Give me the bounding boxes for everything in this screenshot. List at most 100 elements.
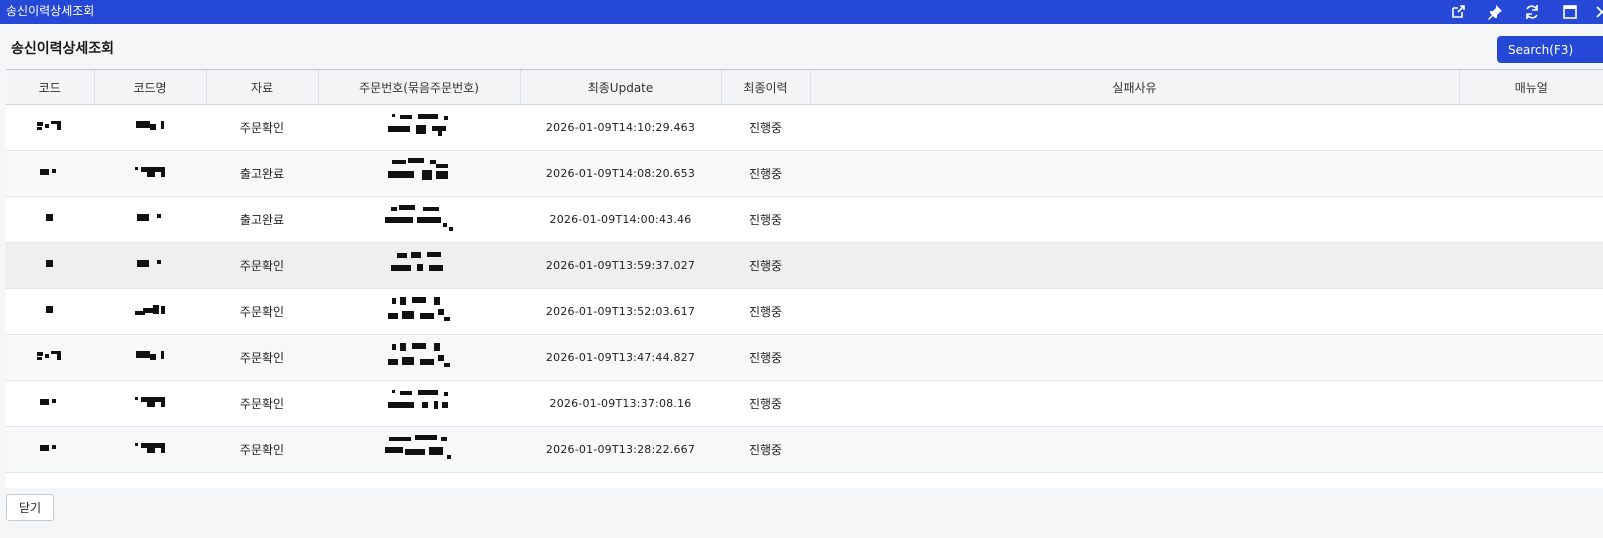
redacted-code-name xyxy=(133,441,167,458)
manual-cell xyxy=(1459,380,1603,427)
updated-cell: 2026-01-09T14:00:43.46 xyxy=(520,196,721,243)
code-cell xyxy=(6,196,94,243)
column-header[interactable]: 주문번호(묶음주문번호) xyxy=(318,70,521,105)
order-number-cell xyxy=(318,472,520,488)
redacted-order-number xyxy=(386,112,452,143)
order-number-cell xyxy=(318,196,520,243)
code-name-cell xyxy=(94,196,206,243)
table-row[interactable]: 주문확인 2026-01-09T13:47:44.827 진행중 xyxy=(6,334,1603,381)
updated-cell: 2026-01-09T13:37:08.16 xyxy=(520,380,721,427)
code-name-cell xyxy=(94,288,206,335)
redacted-order-number xyxy=(386,158,452,189)
order-number-cell xyxy=(318,334,520,381)
close-icon[interactable] xyxy=(1593,3,1603,21)
redacted-order-number xyxy=(383,203,455,236)
table-row[interactable]: 주문확인 2026-01-09T13:37:08.16 진행중 xyxy=(6,380,1603,427)
redacted-code xyxy=(43,257,57,274)
redacted-code xyxy=(38,395,62,412)
redacted-code xyxy=(35,349,65,366)
manual-cell xyxy=(1459,242,1603,289)
manual-cell xyxy=(1459,334,1603,381)
code-cell xyxy=(6,334,94,381)
updated-cell: 2026-01-09T13:47:44.827 xyxy=(520,334,721,381)
redacted-code-name xyxy=(133,165,167,182)
code-name-cell xyxy=(94,472,206,488)
column-header[interactable]: 매뉴얼 xyxy=(1459,70,1603,105)
redacted-code xyxy=(43,303,57,320)
redacted-code xyxy=(35,119,65,136)
updated-cell: 2026-01-09T13:52:03.617 xyxy=(520,288,721,335)
order-number-cell xyxy=(318,380,520,427)
maximize-icon[interactable] xyxy=(1561,3,1579,21)
close-button[interactable]: 닫기 xyxy=(6,494,54,521)
code-name-cell xyxy=(94,104,206,151)
column-header[interactable]: 최종Update xyxy=(520,70,722,105)
redacted-code-name xyxy=(133,395,167,412)
column-header[interactable]: 최종이력 xyxy=(721,70,811,105)
updated-cell: 2026-01-09T14:08:20.653 xyxy=(520,150,721,197)
manual-cell xyxy=(1459,472,1603,488)
code-cell xyxy=(6,288,94,335)
column-header[interactable]: 실패사유 xyxy=(810,70,1460,105)
manual-cell xyxy=(1459,196,1603,243)
column-header[interactable]: 자료 xyxy=(206,70,319,105)
status-cell: 진행중 xyxy=(721,196,810,243)
refresh-icon[interactable] xyxy=(1523,3,1541,21)
code-name-cell xyxy=(94,242,206,289)
code-cell xyxy=(6,472,94,488)
page-title: 송신이력상세조회 xyxy=(11,41,115,57)
code-cell xyxy=(6,104,94,151)
data-cell: 주문확인 xyxy=(206,380,318,427)
failure-reason-cell xyxy=(810,288,1459,335)
data-cell: 주문확인 xyxy=(206,426,318,473)
failure-reason-cell xyxy=(810,104,1459,151)
code-cell xyxy=(6,150,94,197)
data-cell: 주문확인 xyxy=(206,242,318,289)
updated-cell: 2026-01-09T13:28:22.667 xyxy=(520,426,721,473)
data-cell xyxy=(206,472,318,488)
failure-reason-cell xyxy=(810,150,1459,197)
redacted-code xyxy=(43,211,57,228)
failure-reason-cell xyxy=(810,426,1459,473)
redacted-code-name xyxy=(135,211,165,228)
table-row[interactable]: 출고완료 2026-01-09T14:00:43.46 진행중 xyxy=(6,196,1603,243)
table-header-row: 코드 코드명 자료 주문번호(묶음주문번호) 최종Update 최종이력 실패사… xyxy=(6,70,1603,105)
code-cell xyxy=(6,380,94,427)
redacted-order-number xyxy=(389,487,449,488)
code-name-cell xyxy=(94,380,206,427)
code-cell xyxy=(6,426,94,473)
updated-cell: 2026-01-09T14:10:29.463 xyxy=(520,104,721,151)
failure-reason-cell xyxy=(810,380,1459,427)
column-header[interactable]: 코드 xyxy=(6,70,95,105)
code-name-cell xyxy=(94,150,206,197)
pin-icon[interactable] xyxy=(1486,3,1504,21)
manual-cell xyxy=(1459,426,1603,473)
code-name-cell xyxy=(94,426,206,473)
status-cell xyxy=(721,472,810,488)
content-panel: 송신이력상세조회 Search(F3) 코드 코드명 자료 주문번호(묶음주문번… xyxy=(0,24,1603,538)
redacted-order-number xyxy=(386,388,452,419)
status-cell: 진행중 xyxy=(721,426,810,473)
table-row[interactable] xyxy=(6,472,1603,488)
column-header[interactable]: 코드명 xyxy=(94,70,207,105)
window-titlebar: 송신이력상세조회 xyxy=(0,0,1603,24)
status-cell: 진행중 xyxy=(721,334,810,381)
failure-reason-cell xyxy=(810,472,1459,488)
redacted-order-number xyxy=(383,433,455,466)
redacted-code-name xyxy=(134,349,166,366)
status-cell: 진행중 xyxy=(721,380,810,427)
data-cell: 출고완료 xyxy=(206,150,318,197)
table-row[interactable]: 출고완료 2026-01-09T14:08:20.653 진행중 xyxy=(6,150,1603,197)
table-row[interactable]: 주문확인 2026-01-09T13:59:37.027 진행중 xyxy=(6,242,1603,289)
redacted-code-name xyxy=(135,257,165,274)
table-row[interactable]: 주문확인 2026-01-09T13:52:03.617 진행중 xyxy=(6,288,1603,335)
search-button[interactable]: Search(F3) xyxy=(1497,36,1603,63)
redacted-code xyxy=(38,441,62,458)
updated-cell: 2026-01-09T13:59:37.027 xyxy=(520,242,721,289)
table-row[interactable]: 주문확인 2026-01-09T14:10:29.463 진행중 xyxy=(6,104,1603,151)
redacted-order-number xyxy=(384,341,454,374)
external-link-icon[interactable] xyxy=(1449,3,1467,21)
redacted-code-name xyxy=(134,119,166,136)
failure-reason-cell xyxy=(810,334,1459,381)
table-row[interactable]: 주문확인 2026-01-09T13:28:22.667 진행중 xyxy=(6,426,1603,473)
